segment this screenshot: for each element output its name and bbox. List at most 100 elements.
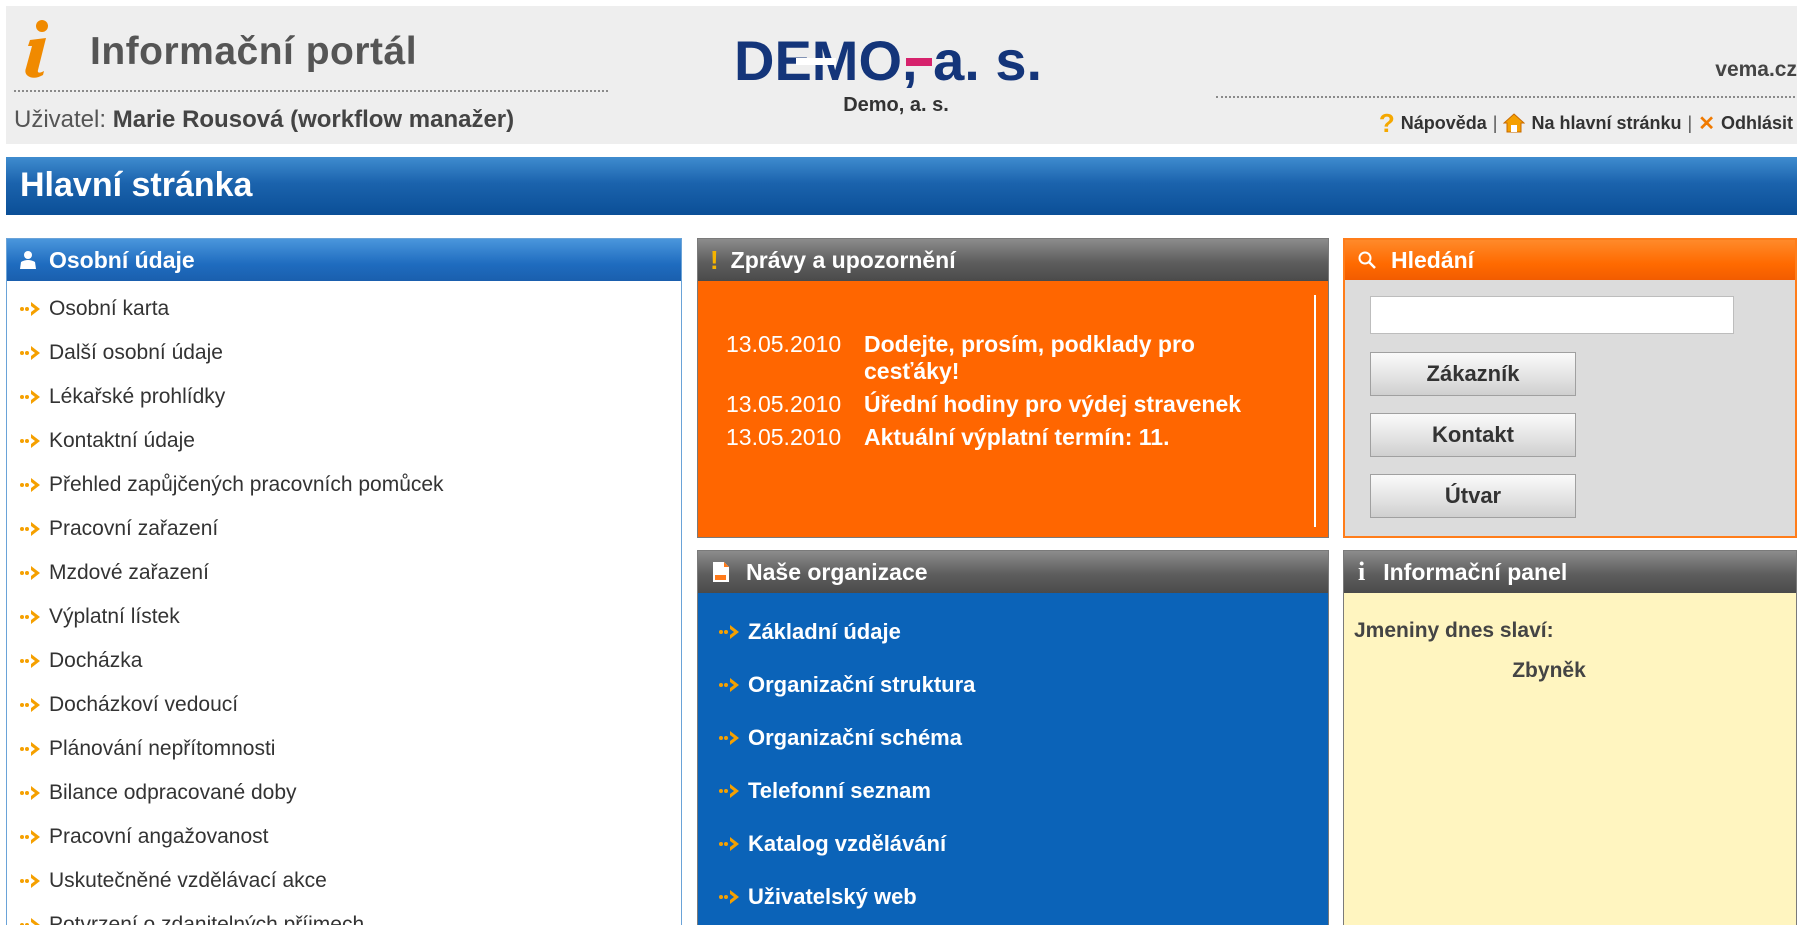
company-logo: DEMO, a. s. [734,36,1042,88]
menu-item-bilance-doby[interactable]: Bilance odpracované doby [7,771,681,815]
user-info: Uživatel: Marie Rousová (workflow manaže… [14,106,514,134]
menu-item-vyplatni-listek[interactable]: Výplatní lístek [7,595,681,639]
arrow-icon [20,742,40,756]
menu-item-planovani-nepritomnosti[interactable]: Plánování nepřítomnosti [7,727,681,771]
news-title: Zprávy a upozornění [730,246,956,273]
org-item-label: Organizační struktura [748,671,976,697]
menu-item-kontaktni-udaje[interactable]: Kontaktní údaje [7,419,681,463]
company-logo-text: DEMO, a. s. [734,36,1042,88]
page-title-bar: Hlavní stránka [6,157,1797,215]
contact-button[interactable]: Kontakt [1370,413,1576,457]
org-item-organizacni-struktura[interactable]: Organizační struktura [718,658,1328,711]
nameday-name: Zbyněk [1512,659,1586,682]
search-panel: Hledání Zákazník Kontakt Útvar [1343,238,1797,538]
menu-item-label: Docházka [49,649,143,672]
organization-header: Naše organizace [698,551,1328,593]
menu-item-label: Přehled zapůjčených pracovních pomůcek [49,473,444,496]
arrow-icon [20,566,40,580]
org-item-organizacni-schema[interactable]: Organizační schéma [718,711,1328,764]
portal-header: Informační portál Uživatel: Marie Rousov… [0,0,1797,144]
search-title: Hledání [1391,246,1475,273]
arrow-icon [20,522,40,536]
organization-panel: Naše organizace Základní údaje Organizač… [697,550,1329,925]
menu-item-dochazka[interactable]: Docházka [7,639,681,683]
arrow-icon [719,624,739,639]
arrow-icon [719,677,739,692]
info-panel: i Informační panel Jmeniny dnes slaví: Z… [1343,550,1797,925]
header-links: ? Nápověda | Na hlavní stránku | ✕ Odhlá… [1379,110,1793,136]
menu-item-vzdelavaci-akce[interactable]: Uskutečněné vzdělávací akce [7,859,681,903]
org-item-zakladni-udaje[interactable]: Základní údaje [718,605,1328,658]
info-icon: i [1358,557,1366,586]
org-item-label: Organizační schéma [748,724,962,750]
arrow-icon [20,610,40,624]
menu-item-potvrzeni-o-prijmech[interactable]: Potvrzení o zdanitelných příjmech [7,903,681,925]
organization-title: Naše organizace [746,558,928,585]
personal-data-title: Osobní údaje [49,246,195,273]
org-item-telefonni-seznam[interactable]: Telefonní seznam [718,764,1328,817]
org-item-katalog-vzdelavani[interactable]: Katalog vzdělávání [718,817,1328,870]
news-item[interactable]: 13.05.2010 Úřední hodiny pro výdej strav… [726,391,1286,418]
menu-item-dalsi-osobni-udaje[interactable]: Další osobní údaje [7,331,681,375]
arrow-icon [719,783,739,798]
menu-item-label: Lékařské prohlídky [49,385,226,408]
menu-item-label: Pracovní zařazení [49,517,219,540]
customer-button[interactable]: Zákazník [1370,352,1576,396]
news-date: 13.05.2010 [726,391,842,417]
menu-item-pracovni-angazovanost[interactable]: Pracovní angažovanost [7,815,681,859]
news-date: 13.05.2010 [726,331,842,357]
page-title: Hlavní stránka [20,166,253,204]
news-list: 13.05.2010 Dodejte, prosím, podklady pro… [726,331,1286,457]
header-divider [14,90,608,92]
help-link[interactable]: Nápověda [1401,113,1487,134]
info-logo-icon [25,20,48,78]
vema-link[interactable]: vema.cz [1715,58,1797,82]
arrow-icon [20,346,40,360]
link-separator: | [1492,112,1498,133]
help-icon: ? [1378,108,1395,138]
menu-item-pracovni-zarazeni[interactable]: Pracovní zařazení [7,507,681,551]
menu-item-label: Pracovní angažovanost [49,825,269,848]
org-item-uzivatelsky-web[interactable]: Uživatelský web [718,870,1328,923]
search-input[interactable] [1370,296,1734,334]
news-scrollbar[interactable] [1314,295,1316,527]
home-link[interactable]: Na hlavní stránku [1531,113,1681,134]
menu-item-zapujcene-pomucky[interactable]: Přehled zapůjčených pracovních pomůcek [7,463,681,507]
document-icon [713,562,729,582]
personal-data-header: Osobní údaje [7,239,681,281]
news-panel: ! Zprávy a upozornění 13.05.2010 Dodejte… [697,238,1329,538]
arrow-icon [719,889,739,904]
arrow-icon [20,390,40,404]
news-text[interactable]: Dodejte, prosím, podklady pro cesťáky! [864,331,1286,385]
news-item[interactable]: 13.05.2010 Dodejte, prosím, podklady pro… [726,331,1286,385]
arrow-icon [719,836,739,851]
logout-link[interactable]: Odhlásit [1721,113,1793,134]
link-separator: | [1687,112,1693,133]
company-name: Demo, a. s. [843,94,949,116]
user-label: Uživatel: [14,106,107,133]
menu-item-dochazkovi-vedouci[interactable]: Docházkoví vedoucí [7,683,681,727]
menu-item-lekarske-prohlidky[interactable]: Lékařské prohlídky [7,375,681,419]
menu-item-label: Potvrzení o zdanitelných příjmech [49,913,365,925]
menu-item-osobni-karta[interactable]: Osobní karta [7,287,681,331]
org-item-label: Katalog vzdělávání [748,830,947,856]
menu-item-label: Mzdové zařazení [49,561,209,584]
news-text[interactable]: Aktuální výplatní termín: 11. [864,424,1169,451]
arrow-icon [20,918,40,925]
menu-item-label: Osobní karta [49,297,170,320]
personal-data-panel: Osobní údaje Osobní karta Další osobní ú… [6,238,682,925]
user-name: Marie Rousová (workflow manažer) [112,106,515,133]
arrow-icon [20,302,40,316]
nameday-label: Jmeniny dnes slaví: [1354,619,1554,642]
menu-item-label: Uskutečněné vzdělávací akce [49,869,327,892]
news-date: 13.05.2010 [726,424,842,450]
org-item-label: Uživatelský web [748,883,917,909]
department-button[interactable]: Útvar [1370,474,1576,518]
menu-item-label: Další osobní údaje [49,341,223,364]
news-item[interactable]: 13.05.2010 Aktuální výplatní termín: 11. [726,424,1286,451]
menu-item-mzdove-zarazeni[interactable]: Mzdové zařazení [7,551,681,595]
menu-item-label: Plánování nepřítomnosti [49,737,276,760]
home-icon [1503,113,1526,133]
person-icon [20,251,36,269]
news-text[interactable]: Úřední hodiny pro výdej stravenek [864,391,1241,418]
